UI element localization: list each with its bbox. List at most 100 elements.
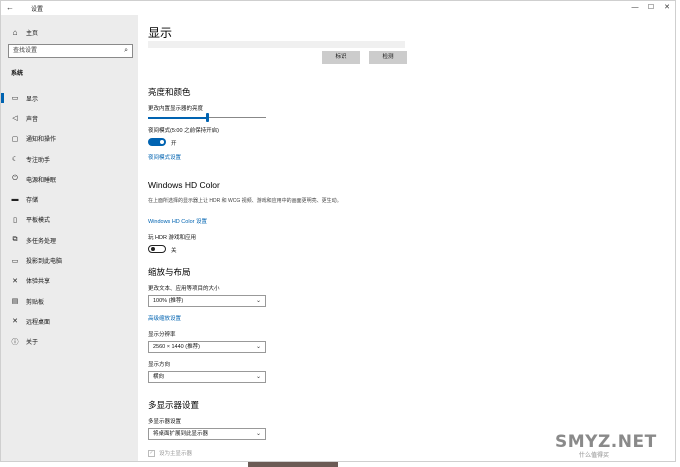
back-arrow-icon[interactable]: ← (5, 3, 15, 13)
share-icon: ✕ (12, 277, 18, 285)
close-icon[interactable]: ✕ (659, 1, 675, 15)
sidebar-section-label: 系统 (11, 71, 24, 77)
search-input[interactable] (9, 45, 114, 57)
info-icon: ⓘ (11, 338, 19, 346)
sidebar-item[interactable]: ⓘ 关于 (1, 332, 138, 352)
sidebar-item[interactable]: ▯ 平板模式 (1, 210, 138, 230)
chevron-down-icon: ⌄ (255, 374, 261, 380)
sidebar-item-label: 剪贴板 (26, 299, 45, 306)
sidebar-item[interactable]: ▭ 显示 (1, 88, 138, 108)
sidebar-item-label: 存储 (26, 198, 39, 205)
night-light-state: 开 (171, 141, 177, 147)
watermark-text: SMYZ.NET (555, 432, 657, 452)
sidebar-item[interactable]: ▬ 存储 (1, 189, 138, 209)
identify-button[interactable]: 标识 (322, 51, 360, 64)
sidebar-item[interactable]: ▭ 投影到此电脑 (1, 250, 138, 270)
scale-heading: 缩放与布局 (148, 267, 191, 277)
notification-icon: ▢ (11, 135, 19, 143)
power-icon: ⏻ (12, 175, 18, 183)
orientation-label: 显示方向 (148, 362, 171, 368)
hdr-state: 关 (171, 248, 177, 254)
sidebar-item-label: 显示 (26, 96, 39, 103)
resolution-select[interactable]: 2560 × 1440 (推荐) ⌄ (148, 341, 266, 353)
sidebar-item-label: 远程桌面 (26, 319, 51, 326)
detect-button[interactable]: 检测 (369, 51, 407, 64)
scale-select[interactable]: 100% (推荐) ⌄ (148, 295, 266, 307)
brightness-slider[interactable] (148, 113, 266, 122)
advanced-scaling-link[interactable]: 高级缩放设置 (148, 314, 181, 322)
hdr-toggle-label: 玩 HDR 游戏和应用 (148, 235, 196, 241)
maximize-icon[interactable]: ☐ (643, 1, 659, 15)
sidebar-item[interactable]: ✕ 体验共享 (1, 271, 138, 291)
home-icon: ⌂ (12, 28, 18, 37)
page-title: 显示 (148, 26, 173, 40)
search-box[interactable]: ⌕ (8, 44, 133, 58)
watermark-subtext: 什么值得买 (579, 453, 610, 459)
settings-window: ← 设置 — ☐ ✕ ⌂ 主页 ⌕ 系统 ▭ 显示 ◁ 声音 ▢ 通知和操作 ☾ 专注助手 ⏻ 电… (0, 0, 676, 462)
slider-thumb[interactable] (205, 113, 209, 122)
checkbox-icon[interactable]: ✓ (148, 449, 155, 457)
sidebar-item-label: 电源和睡眠 (26, 177, 57, 184)
night-light-label: 夜间模式(5:00 之前保持开启) (148, 128, 219, 134)
sidebar-item-label: 平板模式 (26, 218, 51, 225)
night-light-settings-link[interactable]: 夜间模式设置 (148, 153, 181, 161)
sidebar-item[interactable]: ◁ 声音 (1, 108, 138, 128)
sidebar-item[interactable]: ▢ 通知和操作 (1, 129, 138, 149)
remote-desktop-icon: ✕ (12, 318, 18, 326)
primary-display-checkbox[interactable]: ✓ 设为主显示器 (148, 449, 192, 457)
home-link[interactable]: ⌂ 主页 (11, 28, 38, 37)
search-icon[interactable]: ⌕ (124, 47, 128, 55)
sidebar-item[interactable]: ⏻ 电源和睡眠 (1, 169, 138, 189)
main-content: 显示 标识 检测 亮度和颜色 更改内置显示器的亮度 夜间模式(5:00 之前保持… (138, 15, 675, 461)
slider-fill (148, 116, 207, 119)
storage-icon: ▬ (11, 196, 19, 204)
sidebar-item-label: 体验共享 (26, 279, 51, 286)
resolution-label: 显示分辨率 (148, 332, 176, 338)
orientation-select[interactable]: 横向 ⌄ (148, 371, 266, 383)
display-icon: ▭ (11, 95, 19, 103)
sidebar-item[interactable]: ✕ 远程桌面 (1, 311, 138, 331)
sidebar-item[interactable]: ⧉ 多任务处理 (1, 230, 138, 250)
clipboard-icon: ▤ (11, 298, 19, 306)
projector-icon: ▭ (11, 257, 19, 265)
scale-size-label: 更改文本、应用等项目的大小 (148, 286, 220, 292)
tablet-icon: ▯ (13, 216, 17, 224)
window-controls: — ☐ ✕ (627, 1, 675, 15)
sidebar-item-label: 声音 (26, 116, 39, 123)
sidebar-item-label: 专注助手 (26, 157, 51, 164)
home-label: 主页 (26, 31, 39, 37)
multi-display-heading: 多显示器设置 (148, 400, 200, 410)
moon-icon: ☾ (11, 156, 19, 164)
sidebar-item-label: 投影到此电脑 (26, 259, 63, 266)
monitor-arrangement-area[interactable] (148, 41, 405, 48)
sidebar: ⌂ 主页 ⌕ 系统 ▭ 显示 ◁ 声音 ▢ 通知和操作 ☾ 专注助手 ⏻ 电源和睡眠 ▬ 存储 ▯ 平板模… (1, 15, 138, 461)
multi-display-select[interactable]: 将桌面扩展到此显示器 ⌄ (148, 428, 266, 440)
brightness-label: 更改内置显示器的亮度 (148, 106, 204, 112)
title-bar: ← 设置 — ☐ ✕ (1, 1, 675, 15)
hdr-description: 在上面所选择的显示器上让 HDR 和 WCG 视频、游戏和应用中的画面更明亮、更… (148, 198, 342, 204)
multitask-icon: ⧉ (12, 236, 18, 244)
sidebar-item[interactable]: ☾ 专注助手 (1, 149, 138, 169)
minimize-icon[interactable]: — (627, 1, 643, 15)
hdr-heading: Windows HD Color (148, 180, 220, 190)
hdr-settings-link[interactable]: Windows HD Color 设置 (148, 217, 207, 225)
sidebar-item[interactable]: ▤ 剪贴板 (1, 291, 138, 311)
resolution-value: 2560 × 1440 (推荐) (153, 344, 200, 350)
chevron-down-icon: ⌄ (255, 431, 261, 437)
scale-value: 100% (推荐) (153, 298, 184, 304)
multi-display-label: 多显示器设置 (148, 419, 182, 425)
brightness-heading: 亮度和颜色 (148, 87, 191, 97)
chevron-down-icon: ⌄ (255, 344, 261, 350)
multi-display-value: 将桌面扩展到此显示器 (153, 431, 209, 437)
watermark-logo: SMYZ.NET 什么值得买 (555, 432, 657, 459)
hdr-toggle[interactable] (148, 245, 166, 253)
sidebar-item-label: 多任务处理 (26, 238, 57, 245)
window-title: 设置 (31, 7, 44, 13)
background-strip (248, 462, 338, 467)
sidebar-item-label: 关于 (26, 340, 39, 347)
primary-display-label: 设为主显示器 (159, 451, 193, 457)
orientation-value: 横向 (153, 374, 165, 380)
speaker-icon: ◁ (12, 115, 18, 123)
chevron-down-icon: ⌄ (255, 298, 261, 304)
night-light-toggle[interactable] (148, 138, 166, 146)
